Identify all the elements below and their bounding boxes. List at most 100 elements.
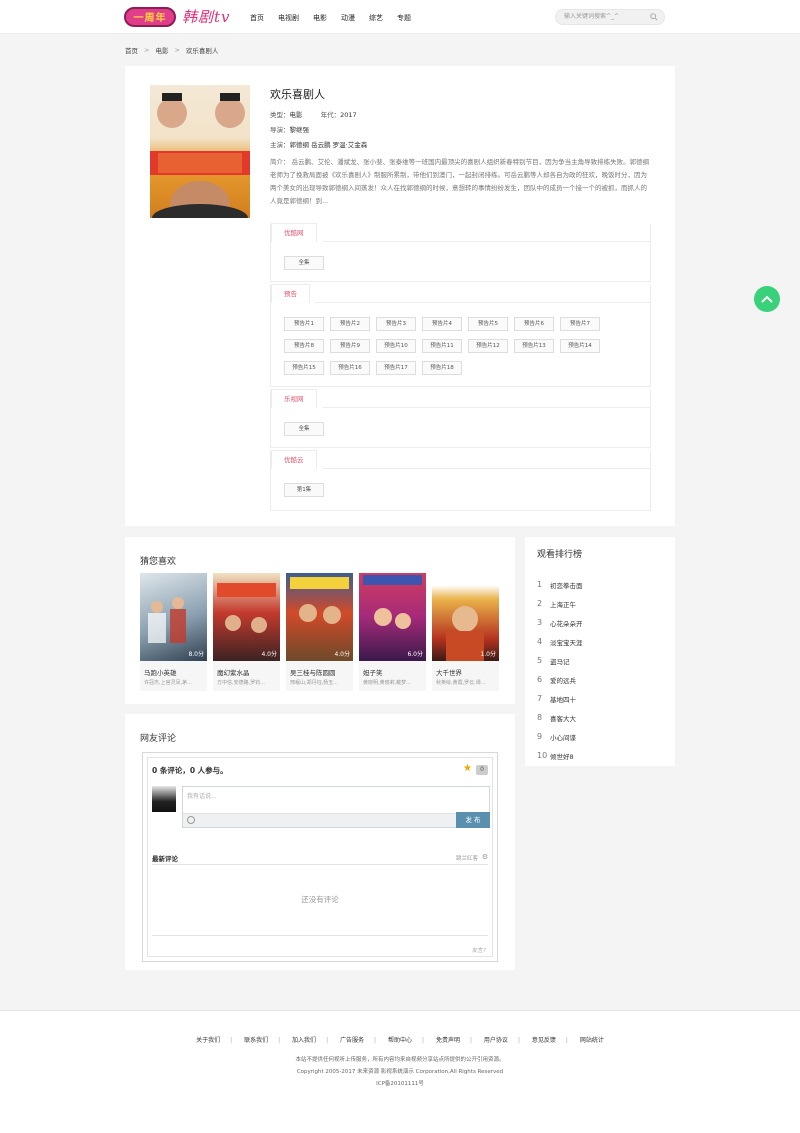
type-value[interactable]: 电影: [290, 111, 303, 119]
episode-list: 预告片1 预告片2 预告片3 预告片4 预告片5 预告片6 预告片7 预告片8 …: [284, 317, 648, 383]
latest-comments-label[interactable]: 最新评论: [152, 853, 178, 863]
rank-name[interactable]: 心花朵朵开: [550, 618, 583, 628]
cast-value[interactable]: 郭德纲 岳云鹏 罗温·艾金森: [290, 141, 368, 149]
cast-label: 主演：: [270, 141, 290, 149]
footer-link[interactable]: 网站统计: [580, 1037, 604, 1044]
episode-button[interactable]: 预告片16: [330, 361, 370, 375]
footer-link[interactable]: 意见反馈: [532, 1037, 556, 1044]
search-icon[interactable]: [650, 13, 658, 21]
movie-thumb[interactable]: 1.0分: [432, 573, 499, 661]
footer-link[interactable]: 加入我们: [292, 1037, 316, 1044]
search-input[interactable]: 输入关键词搜索^_^: [555, 9, 665, 25]
episode-button[interactable]: 预告片5: [468, 317, 508, 331]
ranking-item[interactable]: 3 心花朵朵开: [537, 613, 583, 632]
movie-name[interactable]: 大千世界: [432, 661, 499, 677]
source-tab[interactable]: 优酷网: [271, 223, 317, 242]
episode-button[interactable]: 预告片1: [284, 317, 324, 331]
source-tab[interactable]: 优酷云: [271, 450, 317, 469]
movie-card[interactable]: 1.0分 大千世界 秋英绘,黄霞,罗云,谭...: [432, 573, 499, 691]
back-to-top-button[interactable]: [754, 286, 780, 312]
rank-name[interactable]: 喜客大大: [550, 713, 576, 723]
movie-name[interactable]: 吴三桂与陈圆圆: [286, 661, 353, 677]
episode-button[interactable]: 预告片13: [514, 339, 554, 353]
episode-button[interactable]: 预告片2: [330, 317, 370, 331]
ranking-item[interactable]: 1 初恋拳击面: [537, 575, 583, 594]
ranking-item[interactable]: 8 喜客大大: [537, 708, 583, 727]
site-logo[interactable]: 一周年 韩剧tv: [124, 6, 231, 27]
source-tab[interactable]: 预告: [271, 284, 310, 303]
rank-name[interactable]: 小心间谍: [550, 732, 576, 742]
submit-button[interactable]: 发 布: [456, 812, 490, 828]
nav-movie[interactable]: 电影: [313, 13, 327, 23]
movie-poster[interactable]: [150, 85, 250, 218]
nav-home[interactable]: 首页: [250, 13, 264, 23]
emoji-icon[interactable]: [187, 816, 195, 824]
nav-tv[interactable]: 电视剧: [278, 13, 299, 23]
movie-thumb[interactable]: 4.0分: [286, 573, 353, 661]
movie-cast: 许冠杰,上官灵凤,茅...: [144, 680, 192, 686]
footer-separator: |: [374, 1037, 377, 1044]
episode-button[interactable]: 预告片3: [376, 317, 416, 331]
ranking-item[interactable]: 10 倾世好8: [537, 746, 583, 765]
breadcrumb-home[interactable]: 首页: [125, 45, 138, 55]
gear-icon[interactable]: ⚙: [482, 853, 488, 861]
episode-button[interactable]: 预告片10: [376, 339, 416, 353]
ranking-item[interactable]: 4 淡宝宝天涯: [537, 632, 583, 651]
ranking-item[interactable]: 9 小心间谍: [537, 727, 583, 746]
episode-button[interactable]: 预告片15: [284, 361, 324, 375]
ranking-item[interactable]: 6 爱的远兵: [537, 670, 583, 689]
comment-input[interactable]: 我有话说... 发 布: [182, 786, 490, 828]
movie-thumb[interactable]: 6.0分: [359, 573, 426, 661]
ranking-item[interactable]: 7 基地四十: [537, 689, 583, 708]
year-value: 2017: [340, 111, 357, 119]
footer-link[interactable]: 免责声明: [436, 1037, 460, 1044]
movie-thumb[interactable]: 4.0分: [213, 573, 280, 661]
rank-name[interactable]: 盗马记: [550, 656, 570, 666]
source-tab[interactable]: 乐视网: [271, 389, 317, 408]
rank-name[interactable]: 基地四十: [550, 694, 576, 704]
movie-thumb[interactable]: 8.0分: [140, 573, 207, 661]
episode-button[interactable]: 预告片14: [560, 339, 600, 353]
rank-name[interactable]: 上海正午: [550, 599, 576, 609]
footer-link[interactable]: 广告服务: [340, 1037, 364, 1044]
source-divider: [315, 302, 650, 303]
episode-button[interactable]: 预告片11: [422, 339, 462, 353]
movie-card[interactable]: 8.0分 马跑小英雄 许冠杰,上官灵凤,茅...: [140, 573, 207, 691]
episode-button[interactable]: 预告片6: [514, 317, 554, 331]
ranking-item[interactable]: 2 上海正午: [537, 594, 583, 613]
episode-button[interactable]: 第1集: [284, 483, 324, 497]
episode-button[interactable]: 预告片18: [422, 361, 462, 375]
movie-name[interactable]: 妲子笑: [359, 661, 426, 677]
nav-anime[interactable]: 动漫: [341, 13, 355, 23]
episode-button[interactable]: 预告片17: [376, 361, 416, 375]
sort-link[interactable]: 跳兰红客: [456, 854, 478, 862]
footer-icp[interactable]: ICP备20101111号: [0, 1079, 800, 1087]
movie-name[interactable]: 魔幻紫水晶: [213, 661, 280, 677]
episode-button[interactable]: 预告片8: [284, 339, 324, 353]
footer-link[interactable]: 联系我们: [244, 1037, 268, 1044]
episode-button[interactable]: 全集: [284, 422, 324, 436]
episode-button[interactable]: 全集: [284, 256, 324, 270]
footer-link[interactable]: 帮助中心: [388, 1037, 412, 1044]
episode-button[interactable]: 预告片7: [560, 317, 600, 331]
rank-name[interactable]: 倾世好8: [550, 751, 574, 761]
star-icon[interactable]: ★: [463, 763, 472, 774]
movie-name[interactable]: 马跑小英雄: [140, 661, 207, 677]
footer-link[interactable]: 用户协议: [484, 1037, 508, 1044]
footer-link[interactable]: 关于我们: [196, 1037, 220, 1044]
director-value[interactable]: 黎继强: [290, 126, 310, 134]
rank-name[interactable]: 初恋拳击面: [550, 580, 583, 590]
rank-name[interactable]: 爱的远兵: [550, 675, 576, 685]
episode-button[interactable]: 预告片4: [422, 317, 462, 331]
episode-button[interactable]: 预告片12: [468, 339, 508, 353]
nav-topic[interactable]: 专题: [397, 13, 411, 23]
powered-by-link[interactable]: 友言?: [472, 946, 486, 954]
ranking-item[interactable]: 5 盗马记: [537, 651, 583, 670]
movie-card[interactable]: 4.0分 魔幻紫水晶 方中信,安德路,罗钧...: [213, 573, 280, 691]
breadcrumb-movie[interactable]: 电影: [155, 45, 168, 55]
movie-card[interactable]: 6.0分 妲子笑 黄晓明,黄晓莉,戴梦...: [359, 573, 426, 691]
nav-variety[interactable]: 综艺: [369, 13, 383, 23]
episode-button[interactable]: 预告片9: [330, 339, 370, 353]
movie-card[interactable]: 4.0分 吴三桂与陈圆圆 邢岷山,郑丹钰,杨玉...: [286, 573, 353, 691]
rank-name[interactable]: 淡宝宝天涯: [550, 637, 583, 647]
